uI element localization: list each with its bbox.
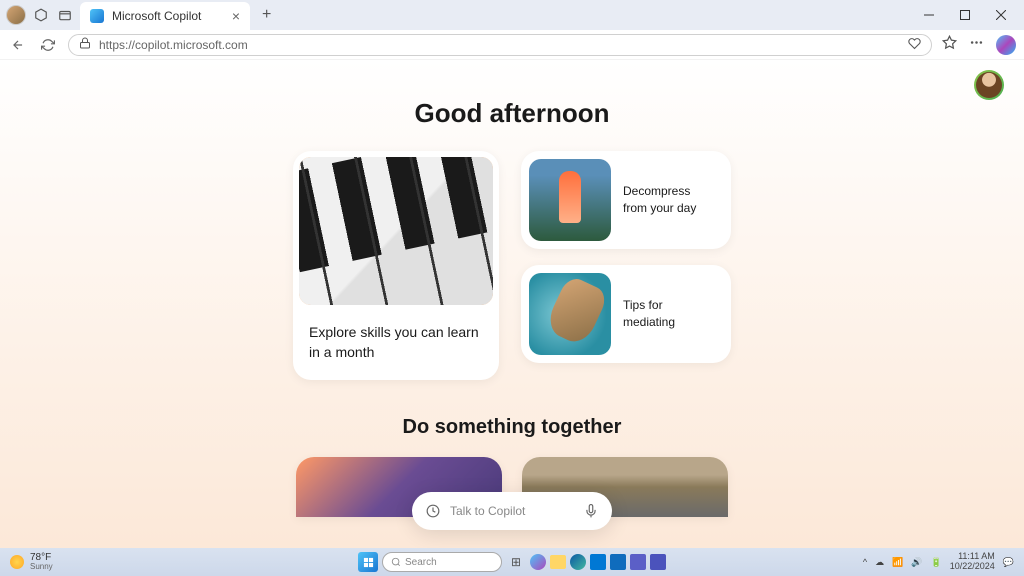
tab-actions-icon[interactable] bbox=[56, 6, 74, 24]
edge-icon[interactable] bbox=[570, 554, 586, 570]
maximize-button[interactable] bbox=[948, 2, 982, 28]
workspaces-icon[interactable] bbox=[32, 6, 50, 24]
section-heading: Do something together bbox=[0, 416, 1024, 439]
popsicle-image bbox=[529, 159, 611, 241]
outlook-icon[interactable] bbox=[610, 554, 626, 570]
browser-tab[interactable]: Microsoft Copilot × bbox=[80, 2, 250, 30]
site-info-icon[interactable] bbox=[79, 37, 91, 52]
close-window-button[interactable] bbox=[984, 2, 1018, 28]
search-placeholder: Search bbox=[405, 557, 437, 568]
suggestion-card-mediating[interactable]: Tips for mediating bbox=[521, 265, 731, 363]
card-text: Tips for mediating bbox=[623, 297, 723, 331]
tab-close-button[interactable]: × bbox=[232, 8, 240, 24]
refresh-button[interactable] bbox=[38, 35, 58, 55]
browser-profile-avatar[interactable] bbox=[6, 5, 26, 25]
suggestion-card-decompress[interactable]: Decompress from your day bbox=[521, 151, 731, 249]
history-icon[interactable] bbox=[426, 504, 440, 518]
weather-condition: Sunny bbox=[30, 563, 53, 571]
start-button[interactable] bbox=[358, 552, 378, 572]
minimize-button[interactable] bbox=[912, 2, 946, 28]
shopping-icon[interactable] bbox=[908, 37, 921, 53]
menu-icon[interactable] bbox=[969, 35, 984, 55]
chat-input-bar[interactable]: Talk to Copilot bbox=[412, 492, 612, 530]
water-hand-image bbox=[529, 273, 611, 355]
microphone-icon[interactable] bbox=[584, 504, 598, 518]
piano-image bbox=[299, 157, 493, 305]
tab-title: Microsoft Copilot bbox=[112, 9, 201, 23]
store-icon[interactable] bbox=[590, 554, 606, 570]
volume-icon[interactable]: 🔊 bbox=[911, 557, 922, 568]
tray-chevron-icon[interactable]: ^ bbox=[863, 557, 867, 567]
weather-widget[interactable]: 78°F Sunny bbox=[10, 553, 53, 571]
explorer-icon[interactable] bbox=[550, 555, 566, 569]
tab-favicon-icon bbox=[90, 9, 104, 23]
sun-icon bbox=[10, 555, 24, 569]
wifi-icon[interactable]: 📶 bbox=[892, 557, 903, 568]
windows-taskbar[interactable]: 78°F Sunny Search ⊞ ^ ☁ 📶 🔊 🔋 11:11 AM 1… bbox=[0, 548, 1024, 576]
card-text: Explore skills you can learn in a month bbox=[293, 311, 499, 380]
user-avatar[interactable] bbox=[974, 70, 1004, 100]
address-bar[interactable]: https://copilot.microsoft.com bbox=[68, 34, 932, 56]
card-text: Decompress from your day bbox=[623, 183, 723, 217]
notifications-icon[interactable]: 💬 bbox=[1003, 557, 1014, 568]
app-icon[interactable] bbox=[630, 554, 646, 570]
favorites-icon[interactable] bbox=[942, 35, 957, 55]
taskbar-search[interactable]: Search bbox=[382, 552, 502, 572]
greeting-heading: Good afternoon bbox=[0, 98, 1024, 129]
teams-icon[interactable] bbox=[650, 554, 666, 570]
back-button[interactable] bbox=[8, 35, 28, 55]
copilot-sidebar-button[interactable] bbox=[996, 35, 1016, 55]
system-clock[interactable]: 11:11 AM 10/22/2024 bbox=[950, 552, 995, 572]
suggestion-card-skills[interactable]: Explore skills you can learn in a month bbox=[293, 151, 499, 380]
task-view-icon[interactable]: ⊞ bbox=[506, 552, 526, 572]
date-text: 10/22/2024 bbox=[950, 562, 995, 572]
onedrive-icon[interactable]: ☁ bbox=[875, 557, 884, 568]
search-icon bbox=[391, 557, 401, 567]
chat-input-placeholder: Talk to Copilot bbox=[450, 504, 574, 518]
battery-icon[interactable]: 🔋 bbox=[931, 557, 942, 568]
copilot-taskbar-icon[interactable] bbox=[530, 554, 546, 570]
url-text: https://copilot.microsoft.com bbox=[99, 38, 900, 52]
new-tab-button[interactable]: + bbox=[256, 6, 277, 24]
